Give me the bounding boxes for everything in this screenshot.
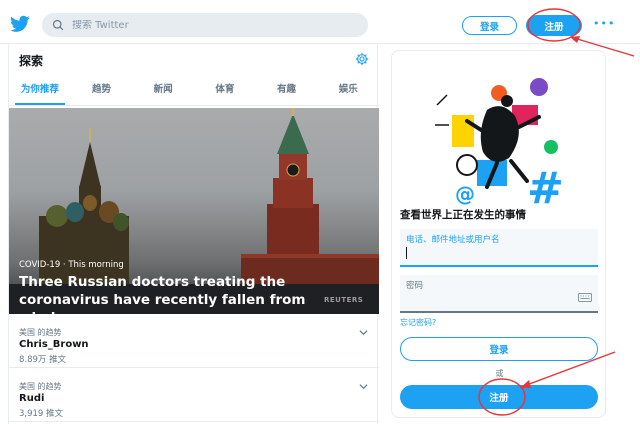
hero-headline[interactable]: Three Russian doctors treating the coron… xyxy=(19,273,374,314)
password-field[interactable]: 密码 xyxy=(400,275,598,313)
forgot-password-link[interactable]: 忘记密码? xyxy=(400,317,436,328)
tab-entertainment[interactable]: 娱乐 xyxy=(317,78,379,105)
svg-text:@: @ xyxy=(455,182,475,206)
explore-tabs: 为你推荐 趋势 新闻 体育 有趣 娱乐 xyxy=(9,78,379,106)
keyboard-icon[interactable] xyxy=(578,293,592,302)
or-divider: 或 xyxy=(495,369,504,378)
more-options-icon[interactable]: ••• xyxy=(593,17,615,30)
promo-illustration: # @ xyxy=(435,78,564,214)
trend-item[interactable]: 美国 的趋势 Chris_Brown 8.89万 推文 xyxy=(9,322,379,368)
signup-panel: # @ 查看世界上正在发生的事情 电话、邮件地址或用户名 密码 忘记密码? 登录… xyxy=(391,50,606,418)
promo-heading: 查看世界上正在发生的事情 xyxy=(400,209,526,221)
tab-for-you[interactable]: 为你推荐 xyxy=(9,78,71,105)
svg-text:#: # xyxy=(527,163,564,214)
twitter-logo-icon[interactable] xyxy=(10,15,30,33)
tab-trending[interactable]: 趋势 xyxy=(71,78,133,105)
signup-button-top[interactable]: 注册 xyxy=(526,15,582,36)
trend-count: 3,919 推文 xyxy=(19,409,64,419)
tab-fun[interactable]: 有趣 xyxy=(256,78,318,105)
trend-name: Chris_Brown xyxy=(19,339,89,350)
gear-icon[interactable] xyxy=(355,52,369,66)
page-title: 探索 xyxy=(19,54,44,68)
trend-context: 美国 的趋势 xyxy=(19,328,62,337)
login-button-top[interactable]: 登录 xyxy=(462,16,517,35)
login-button[interactable]: 登录 xyxy=(400,337,598,361)
trend-context: 美国 的趋势 xyxy=(19,382,62,391)
username-field[interactable]: 电话、邮件地址或用户名 xyxy=(400,229,598,267)
search-input[interactable] xyxy=(72,19,352,31)
top-bar: 登录 注册 ••• xyxy=(0,0,640,44)
text-caret xyxy=(406,247,407,259)
search-box[interactable] xyxy=(42,13,368,37)
trend-count: 8.89万 推文 xyxy=(19,355,67,365)
username-label: 电话、邮件地址或用户名 xyxy=(406,235,500,245)
signup-button[interactable]: 注册 xyxy=(400,385,598,409)
tab-sports[interactable]: 体育 xyxy=(194,78,256,105)
hero-meta: COVID-19 · This morning xyxy=(19,260,124,270)
search-icon xyxy=(52,19,64,31)
tab-news[interactable]: 新闻 xyxy=(132,78,194,105)
trend-name: Rudi xyxy=(19,393,45,404)
chevron-down-icon[interactable] xyxy=(359,328,368,337)
photo-credit: REUTERS xyxy=(324,296,364,304)
password-label: 密码 xyxy=(406,281,424,291)
trend-item[interactable]: 美国 的趋势 Rudi 3,919 推文 xyxy=(9,376,379,422)
hero-story[interactable]: COVID-19 · This morning Three Russian do… xyxy=(9,108,379,314)
explore-column: 探索 为你推荐 趋势 新闻 体育 有趣 娱乐 COVID-19 · This m… xyxy=(8,44,379,424)
chevron-down-icon[interactable] xyxy=(359,382,368,391)
